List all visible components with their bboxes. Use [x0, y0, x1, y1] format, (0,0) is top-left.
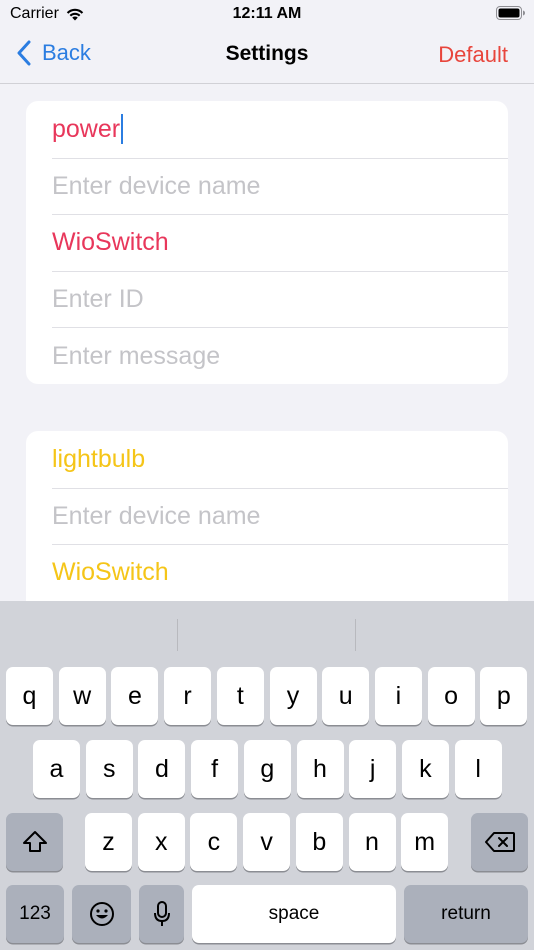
- return-key[interactable]: return: [404, 885, 528, 943]
- default-button[interactable]: Default: [438, 42, 508, 68]
- predictive-bar: [0, 601, 534, 663]
- key-u[interactable]: u: [322, 667, 370, 725]
- microphone-key[interactable]: [139, 885, 184, 943]
- key-x[interactable]: x: [137, 813, 185, 871]
- key-r[interactable]: r: [164, 667, 212, 725]
- message-field[interactable]: Enter message: [52, 327, 508, 384]
- key-c[interactable]: c: [190, 813, 238, 871]
- key-z[interactable]: z: [85, 813, 132, 871]
- device-label-field[interactable]: lightbulb: [52, 431, 508, 488]
- key-q[interactable]: q: [6, 667, 53, 725]
- key-b[interactable]: b: [295, 813, 343, 871]
- device-card-power: power Enter device name WioSwitch Enter …: [26, 101, 508, 384]
- key-d[interactable]: d: [138, 740, 186, 798]
- delete-key[interactable]: [471, 813, 528, 871]
- key-j[interactable]: j: [349, 740, 397, 798]
- emoji-icon: [89, 902, 114, 926]
- key-w[interactable]: w: [58, 667, 106, 725]
- predictive-divider: [355, 619, 356, 651]
- battery-icon: [496, 6, 525, 20]
- space-key[interactable]: space: [192, 885, 396, 943]
- id-field[interactable]: Enter ID: [52, 270, 508, 328]
- numbers-key[interactable]: 123: [6, 885, 64, 943]
- switch-name-field[interactable]: WioSwitch: [52, 544, 508, 601]
- status-bar: Carrier 12:11 AM: [0, 0, 534, 28]
- key-k[interactable]: k: [401, 740, 449, 798]
- key-h[interactable]: h: [296, 740, 344, 798]
- device-label-value: power: [52, 114, 121, 143]
- key-y[interactable]: y: [269, 667, 317, 725]
- device-name-field[interactable]: Enter device name: [52, 157, 508, 215]
- status-time: 12:11 AM: [232, 5, 302, 22]
- emoji-key[interactable]: [72, 885, 131, 943]
- navigation-bar: Back Settings Default: [0, 28, 534, 84]
- shift-key[interactable]: [6, 813, 63, 871]
- key-v[interactable]: v: [243, 813, 291, 871]
- device-card-lightbulb: lightbulb Enter device name WioSwitch: [26, 431, 508, 601]
- predictive-divider: [177, 619, 178, 651]
- key-a[interactable]: a: [33, 740, 80, 798]
- key-p[interactable]: p: [480, 667, 528, 725]
- key-t[interactable]: t: [216, 667, 264, 725]
- key-o[interactable]: o: [427, 667, 475, 725]
- key-i[interactable]: i: [374, 667, 422, 725]
- key-f[interactable]: f: [191, 740, 239, 798]
- key-e[interactable]: e: [111, 667, 159, 725]
- device-name-field[interactable]: Enter device name: [52, 487, 508, 545]
- key-g[interactable]: g: [243, 740, 291, 798]
- key-s[interactable]: s: [85, 740, 133, 798]
- delete-icon: [484, 832, 515, 852]
- key-l[interactable]: l: [454, 740, 502, 798]
- microphone-icon: [153, 901, 170, 926]
- keyboard: 123 space return qwertyuiop asdfghjkl zxcv…: [0, 601, 534, 950]
- text-cursor: [121, 114, 124, 145]
- key-m[interactable]: m: [401, 813, 449, 871]
- key-n[interactable]: n: [348, 813, 396, 871]
- switch-name-field[interactable]: WioSwitch: [52, 214, 508, 271]
- device-label-field[interactable]: power: [52, 101, 508, 158]
- shift-icon: [22, 831, 47, 852]
